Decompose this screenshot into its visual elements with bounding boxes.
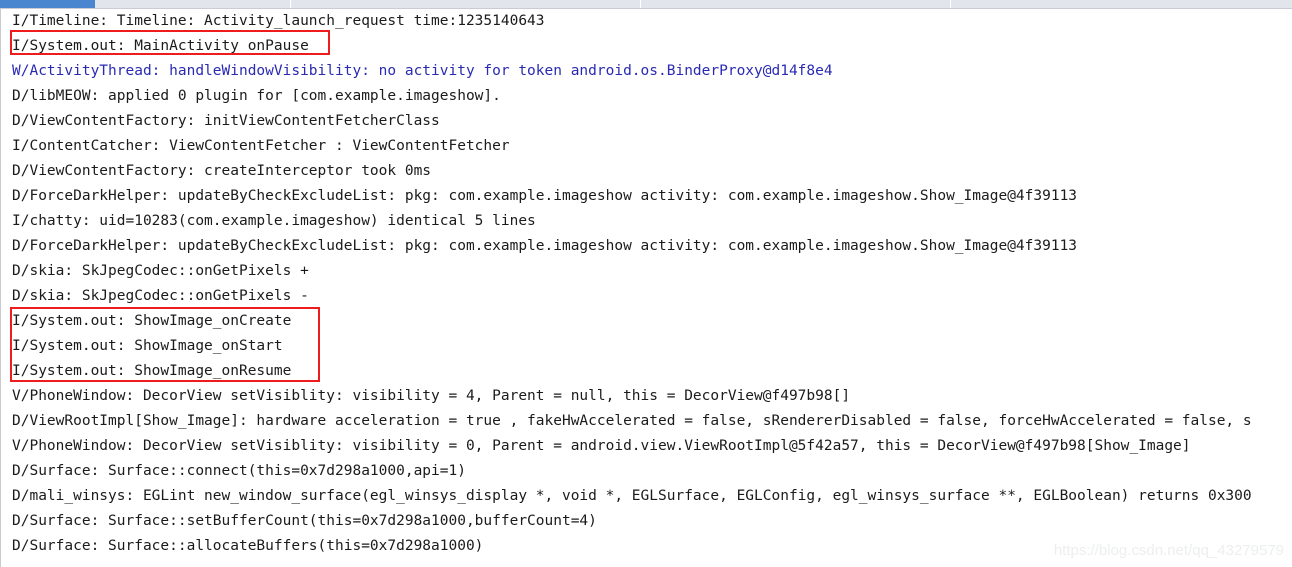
log-line-list[interactable]: I/Timeline: Timeline: Activity_launch_re… xyxy=(0,9,1292,567)
log-line[interactable]: D/libMEOW: applied 0 plugin for [com.exa… xyxy=(12,84,1292,109)
log-line[interactable]: W/ActivityThread: handleWindowVisibility… xyxy=(12,59,1292,84)
horizontal-scrollbar[interactable] xyxy=(0,0,1292,9)
log-line[interactable]: I/System.out: ShowImage_onStart xyxy=(12,334,1292,359)
log-line[interactable]: D/ForceDarkHelper: updateByCheckExcludeL… xyxy=(12,184,1292,209)
log-line[interactable]: D/ViewRootImpl[Show_Image]: hardware acc… xyxy=(12,409,1292,434)
log-line[interactable]: I/System.out: ShowImage_onResume xyxy=(12,359,1292,384)
log-line[interactable]: I/System.out: ShowImage_onCreate xyxy=(12,309,1292,334)
log-line[interactable]: I/Timeline: Timeline: Activity_launch_re… xyxy=(12,9,1292,34)
scrollbar-tick-1 xyxy=(640,0,641,8)
log-line[interactable]: D/Surface: Surface::setBufferCount(this=… xyxy=(12,509,1292,534)
log-line[interactable]: D/skia: SkJpegCodec::onGetPixels - xyxy=(12,284,1292,309)
log-line[interactable]: V/PhoneWindow: DecorView setVisiblity: v… xyxy=(12,384,1292,409)
log-line[interactable]: I/ContentCatcher: ViewContentFetcher : V… xyxy=(12,134,1292,159)
log-line[interactable]: D/ForceDarkHelper: updateByCheckExcludeL… xyxy=(12,234,1292,259)
log-line[interactable]: D/mali_winsys: EGLint new_window_surface… xyxy=(12,484,1292,509)
log-line[interactable]: D/ViewContentFactory: initViewContentFet… xyxy=(12,109,1292,134)
log-line[interactable]: D/ViewContentFactory: createInterceptor … xyxy=(12,159,1292,184)
log-line[interactable]: D/skia: SkJpegCodec::onGetPixels + xyxy=(12,259,1292,284)
log-line[interactable]: V/PhoneWindow: DecorView setVisiblity: v… xyxy=(12,434,1292,459)
watermark-text: https://blog.csdn.net/qq_43279579 xyxy=(1053,542,1284,559)
log-line[interactable]: I/chatty: uid=10283(com.example.imagesho… xyxy=(12,209,1292,234)
logcat-output-window: I/Timeline: Timeline: Activity_launch_re… xyxy=(0,0,1292,567)
scrollbar-tick-0 xyxy=(290,0,291,8)
scrollbar-thumb[interactable] xyxy=(0,0,95,8)
scrollbar-tick-2 xyxy=(950,0,951,8)
log-line[interactable]: I/System.out: MainActivity_onPause xyxy=(12,34,1292,59)
log-line[interactable]: D/Surface: Surface::connect(this=0x7d298… xyxy=(12,459,1292,484)
